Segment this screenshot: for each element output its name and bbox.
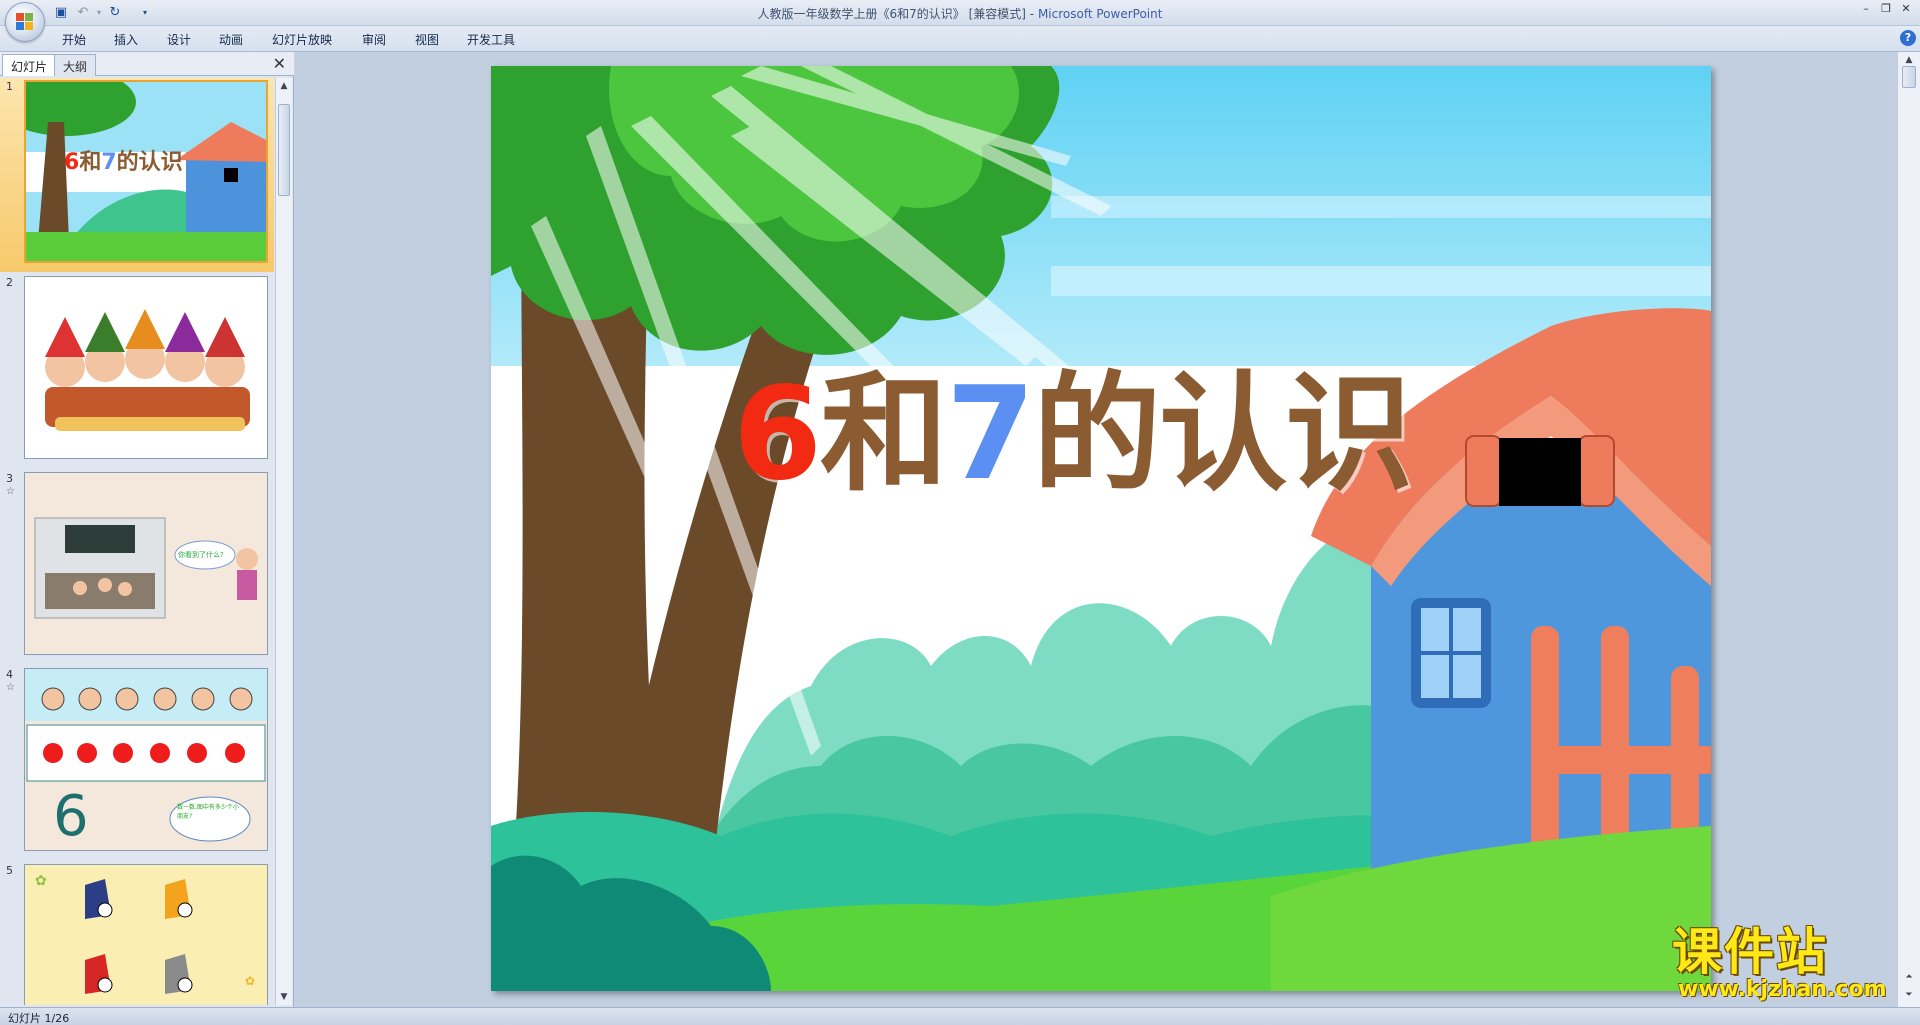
slide-background-art: [491, 66, 1711, 991]
thumbnail-4-bubble: 数一数,图中有多少个小朋友?: [177, 804, 239, 820]
tab-developer[interactable]: 开发工具: [467, 31, 515, 48]
thumbnail-slide-4[interactable]: 4 ☆ 6 数一数,图中有多少个小朋友?: [0, 664, 274, 860]
thumbnail-image: 你看到了什么?: [24, 472, 268, 655]
animation-star-icon: ☆: [6, 682, 15, 693]
close-pane-icon[interactable]: ✕: [273, 54, 286, 73]
minimize-icon[interactable]: –: [1856, 1, 1876, 17]
scroll-down-icon[interactable]: ▼: [276, 989, 292, 1005]
title-seven: 7: [946, 360, 1035, 509]
scrollbar-thumb[interactable]: [1902, 66, 1916, 88]
tab-review[interactable]: 审阅: [362, 31, 386, 48]
thumbnail-number: 2: [6, 276, 13, 289]
tab-view[interactable]: 视图: [415, 31, 439, 48]
scroll-up-icon[interactable]: ▲: [276, 78, 292, 94]
slides-pane: 幻灯片 大纲 ✕ 1 6和7的认识 2 3 ☆ 你看到了什么? 4 ☆ 6 数一…: [0, 52, 294, 1007]
current-slide[interactable]: 6和7的认识: [491, 66, 1711, 991]
thumbnail-image: ✿ ✿: [24, 864, 268, 1005]
ribbon-tab-bar: 开始 插入 设计 动画 幻灯片放映 审阅 视图 开发工具 ?: [0, 26, 1920, 52]
status-bar: 幻灯片 1/26: [0, 1007, 1920, 1025]
next-slide-icon[interactable]: ⏷: [1901, 987, 1917, 1003]
thumbnail-number: 1: [6, 80, 13, 93]
thumbnail-3-art: [25, 473, 267, 654]
thumbnail-5-art: ✿ ✿: [25, 865, 267, 1005]
thumbnail-1-title: 6和7的认识: [64, 150, 183, 175]
scrollbar-thumb[interactable]: [278, 104, 290, 196]
title-bar: ▣ ↶ ▾ ↻ ▾ 人教版一年级数学上册《6和7的认识》 [兼容模式] - Mi…: [0, 0, 1920, 26]
help-icon[interactable]: ?: [1900, 30, 1916, 46]
tab-insert[interactable]: 插入: [114, 31, 138, 48]
pane-tabs: 幻灯片 大纲 ✕: [0, 52, 294, 76]
window-title: 人教版一年级数学上册《6和7的认识》 [兼容模式] - Microsoft Po…: [0, 5, 1920, 22]
thumbnail-slide-1[interactable]: 1 6和7的认识: [0, 78, 274, 272]
thumbnail-image: [24, 276, 268, 459]
office-logo-icon: [16, 13, 34, 31]
thumbnail-slide-2[interactable]: 2: [0, 272, 274, 468]
watermark-url: www.kjzhan.com: [1678, 977, 1887, 1002]
slide-editor: 6和7的认识: [295, 52, 1895, 1007]
office-button[interactable]: [5, 2, 45, 42]
prev-slide-icon[interactable]: ⏶: [1901, 969, 1917, 985]
tab-slideshow[interactable]: 幻灯片放映: [272, 31, 332, 48]
tab-animation[interactable]: 动画: [219, 31, 243, 48]
thumbnail-image: 6 数一数,图中有多少个小朋友?: [24, 668, 268, 851]
thumbnail-number: 3: [6, 472, 13, 485]
animation-star-icon: ☆: [6, 486, 15, 497]
title-and: 和: [820, 360, 948, 509]
thumbnail-number: 5: [6, 864, 13, 877]
tab-outline[interactable]: 大纲: [54, 54, 97, 76]
thumbnail-3-bubble: 你看到了什么?: [178, 551, 224, 559]
close-icon[interactable]: ✕: [1896, 1, 1916, 17]
title-six: 6: [733, 360, 822, 509]
thumbnail-4-digit: 6: [53, 784, 89, 849]
thumbnail-slide-3[interactable]: 3 ☆ 你看到了什么?: [0, 468, 274, 664]
thumbnail-number: 4: [6, 668, 13, 681]
svg-text:✿: ✿: [245, 974, 255, 988]
thumbnail-list: 1 6和7的认识 2 3 ☆ 你看到了什么? 4 ☆ 6 数一数,图中有多少个小…: [0, 78, 274, 1005]
window-title-app: Microsoft PowerPoint: [1037, 7, 1163, 21]
tab-home[interactable]: 开始: [62, 31, 86, 48]
slide-title[interactable]: 6和7的认识: [733, 371, 1413, 499]
slide-scrollbar[interactable]: ▲ ⏶ ⏷: [1897, 52, 1920, 1007]
svg-text:✿: ✿: [35, 873, 47, 889]
tab-slides[interactable]: 幻灯片: [2, 54, 57, 76]
thumbnail-scrollbar[interactable]: ▲ ▼: [275, 78, 292, 1005]
slide-counter: 幻灯片 1/26: [8, 1012, 70, 1025]
thumbnail-2-art: [25, 277, 267, 458]
tab-design[interactable]: 设计: [167, 31, 191, 48]
restore-icon[interactable]: ❐: [1876, 1, 1896, 17]
thumbnail-slide-5[interactable]: 5 ✿ ✿: [0, 860, 274, 1005]
watermark-logo: 课件站 www.kjzhan.com: [1668, 923, 1900, 1002]
title-rest: 的认识: [1033, 360, 1413, 509]
window-title-doc: 人教版一年级数学上册《6和7的认识》 [兼容模式] -: [757, 7, 1038, 21]
watermark-text: 课件站: [1672, 923, 1828, 981]
thumbnail-image: 6和7的认识: [24, 80, 268, 263]
